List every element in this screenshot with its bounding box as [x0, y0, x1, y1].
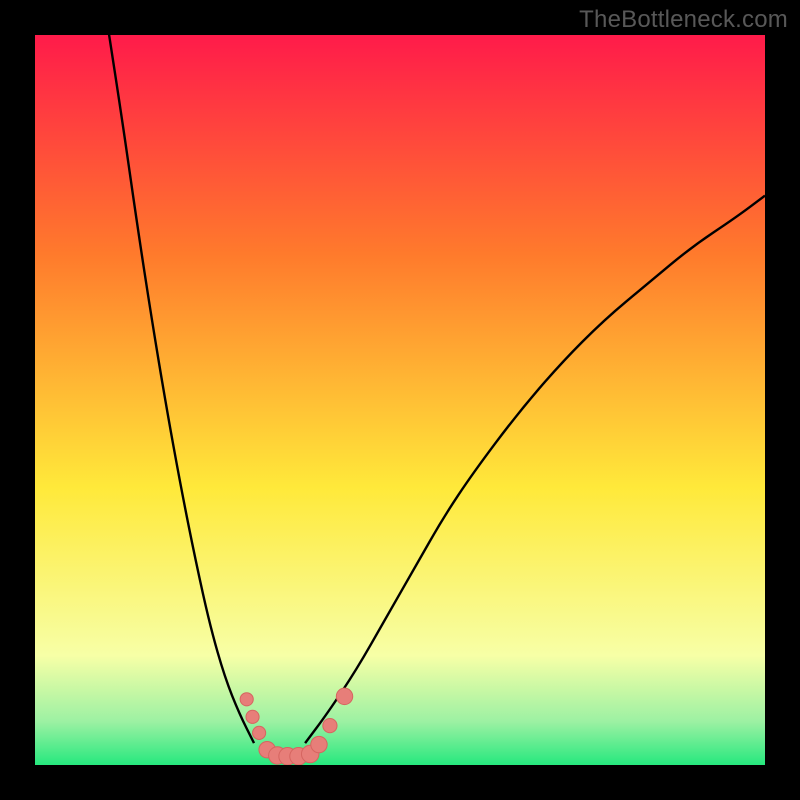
chart-frame: TheBottleneck.com: [0, 0, 800, 800]
marker-dot: [246, 710, 259, 723]
marker-dot: [311, 736, 327, 752]
marker-dot: [240, 693, 253, 706]
marker-dot: [336, 688, 352, 704]
marker-dot: [323, 718, 337, 732]
gradient-background: [35, 35, 765, 765]
marker-dot: [253, 726, 266, 739]
bottleneck-plot: [35, 35, 765, 765]
watermark-text: TheBottleneck.com: [579, 6, 788, 34]
